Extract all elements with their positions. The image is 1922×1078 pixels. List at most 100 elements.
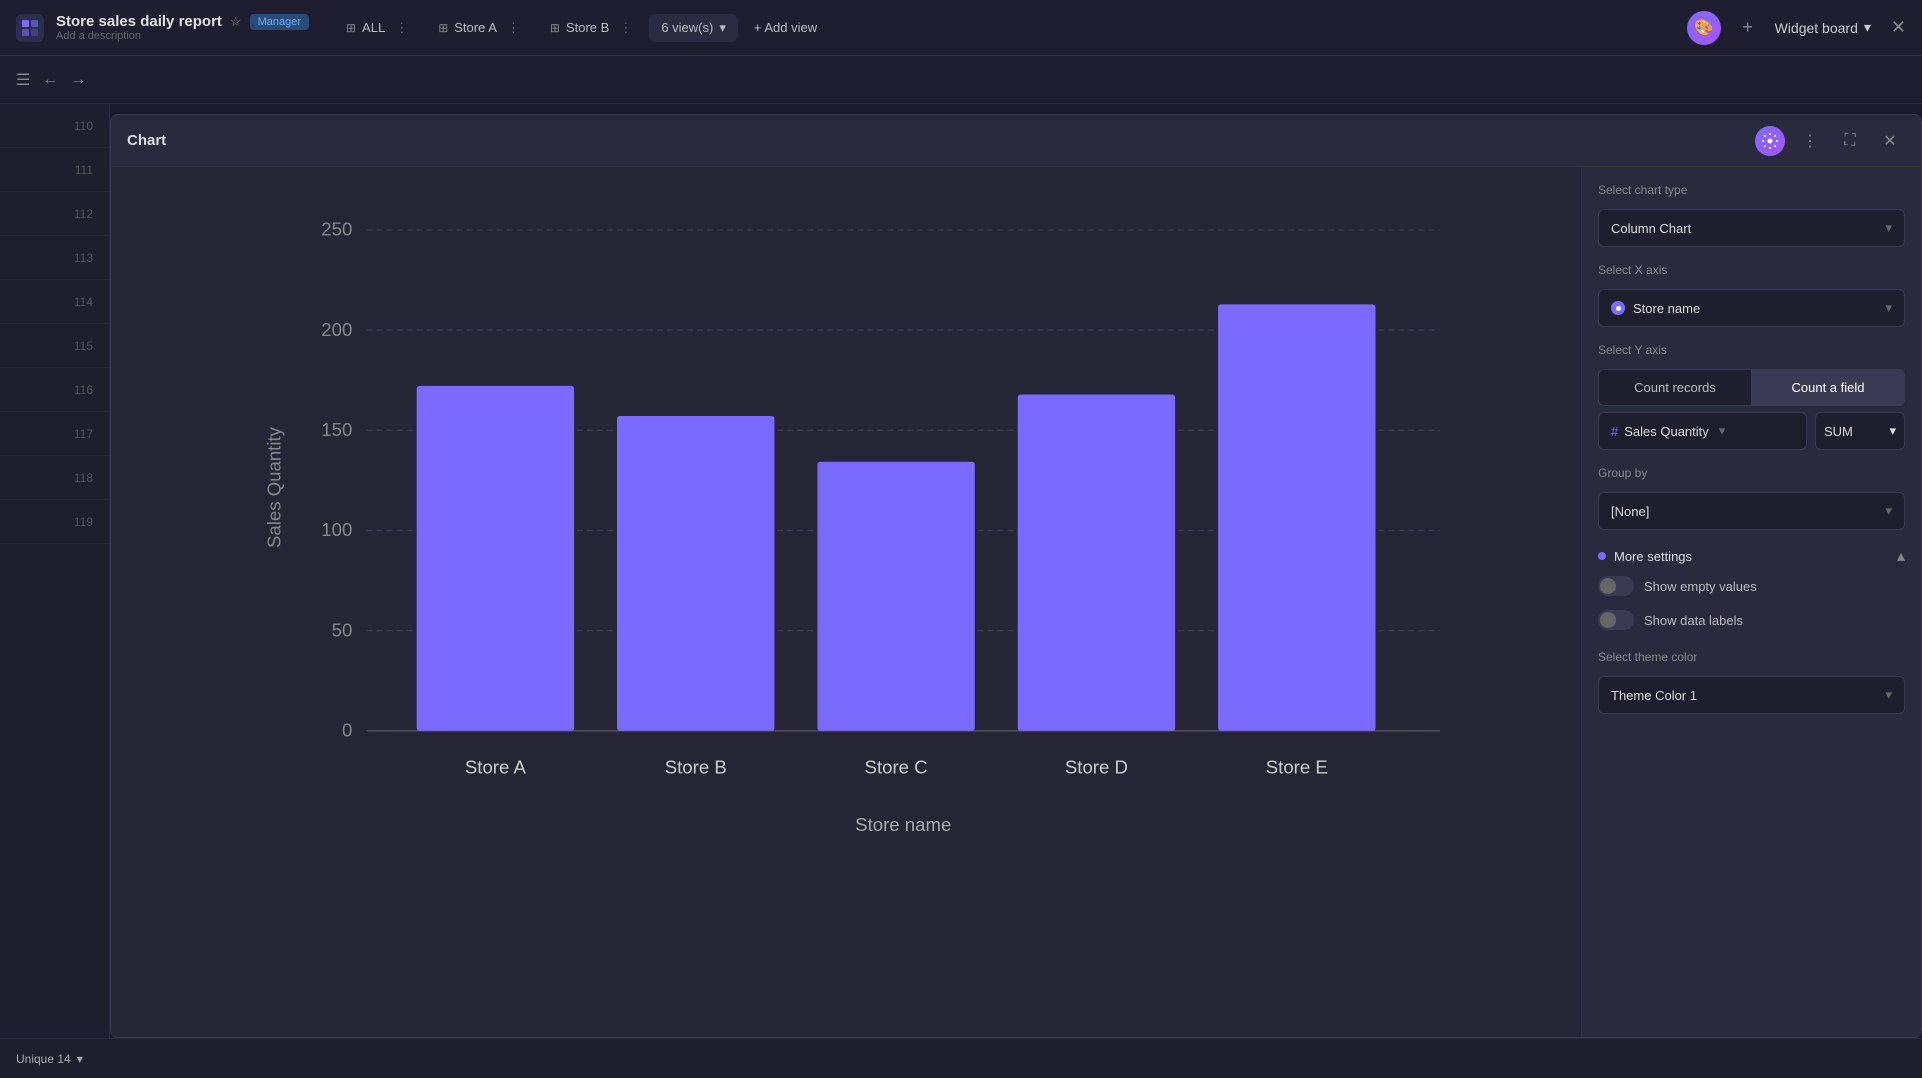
x-axis-label: Select X axis	[1598, 263, 1905, 277]
x-axis-option[interactable]: Store name ▾	[1598, 289, 1905, 327]
grid-icon-b: ⊞	[550, 21, 560, 35]
modal-header: Chart ⋮ ⛶ ✕	[111, 115, 1921, 167]
row-115: 115	[0, 324, 109, 368]
group-by-dropdown[interactable]: [None] ▾	[1598, 492, 1905, 530]
group-by-value: [None]	[1611, 504, 1649, 519]
title-section: Store sales daily report ☆ Manager Add a…	[56, 13, 309, 42]
tab-store-a[interactable]: ⊞ Store A ⋮	[425, 13, 533, 43]
widget-board-label: Widget board	[1775, 20, 1858, 36]
chevron-down-icon-x: ▾	[1885, 300, 1892, 316]
grid-icon-a: ⊞	[438, 21, 448, 35]
settings-button[interactable]	[1755, 126, 1785, 156]
svg-text:50: 50	[332, 619, 353, 640]
more-settings-header[interactable]: More settings ▴	[1598, 546, 1905, 566]
active-dot	[1598, 552, 1606, 560]
tab-store-b-more[interactable]: ⋮	[619, 20, 632, 36]
show-data-labels-row: Show data labels	[1598, 606, 1905, 634]
tab-all[interactable]: ⊞ ALL ⋮	[333, 13, 421, 43]
menu-icon[interactable]: ☰	[16, 70, 30, 90]
settings-icon	[1762, 133, 1778, 149]
main-content: 110 111 112 113 114 115 116 117 118 119 …	[0, 104, 1922, 1078]
chevron-down-icon-theme: ▾	[1885, 687, 1892, 703]
chart-type-section: Select chart type Column Chart ▾	[1598, 183, 1905, 247]
aggregation-dropdown[interactable]: SUM ▾	[1815, 412, 1905, 450]
show-data-labels-toggle[interactable]	[1598, 610, 1634, 630]
chevron-down-icon-field: ▾	[1719, 423, 1726, 439]
svg-text:150: 150	[321, 419, 352, 440]
toolbar-row: ☰ ← →	[0, 56, 1922, 104]
unique-badge[interactable]: Unique 14 ▾	[16, 1052, 83, 1066]
count-field-button[interactable]: Count a field	[1752, 370, 1904, 405]
bottom-bar: Unique 14 ▾	[0, 1038, 1922, 1078]
theme-color-value: Theme Color 1	[1611, 688, 1697, 703]
add-view-button[interactable]: + Add view	[742, 14, 829, 41]
row-numbers-sidebar: 110 111 112 113 114 115 116 117 118 119	[0, 104, 110, 1078]
show-empty-values-label: Show empty values	[1644, 579, 1757, 594]
chevron-down-icon-agg: ▾	[1889, 423, 1896, 439]
unique-label: Unique 14	[16, 1052, 71, 1066]
row-118: 118	[0, 456, 109, 500]
app-subtitle[interactable]: Add a description	[56, 30, 309, 42]
manager-badge: Manager	[250, 14, 309, 30]
chevron-up-icon: ▴	[1897, 546, 1905, 566]
y-axis-label: Select Y axis	[1598, 343, 1905, 357]
x-label-store-b: Store B	[665, 757, 727, 778]
show-data-labels-label: Show data labels	[1644, 613, 1743, 628]
tab-all-more[interactable]: ⋮	[395, 20, 408, 36]
settings-panel: Select chart type Column Chart ▾ Select …	[1581, 167, 1921, 1037]
theme-color-label: Select theme color	[1598, 650, 1905, 664]
svg-text:250: 250	[321, 219, 352, 240]
chevron-down-icon-group: ▾	[1885, 503, 1892, 519]
more-options-button[interactable]: ⋮	[1795, 126, 1825, 156]
field-name-dropdown[interactable]: # Sales Quantity ▾	[1598, 412, 1807, 450]
more-settings-title-row: More settings	[1598, 549, 1692, 564]
row-111: 111	[0, 148, 109, 192]
y-axis-section: Select Y axis Count records Count a fiel…	[1598, 343, 1905, 450]
close-top-button[interactable]: ✕	[1891, 17, 1906, 38]
x-axis-title: Store name	[855, 814, 951, 835]
svg-text:0: 0	[342, 720, 352, 741]
y-axis-buttons: Count records Count a field	[1598, 369, 1905, 406]
bar-store-b	[617, 416, 774, 731]
theme-color-dropdown[interactable]: Theme Color 1 ▾	[1598, 676, 1905, 714]
close-modal-button[interactable]: ✕	[1875, 126, 1905, 156]
row-119: 119	[0, 500, 109, 544]
x-axis-section: Select X axis Store name ▾	[1598, 263, 1905, 327]
tab-store-b[interactable]: ⊞ Store B ⋮	[537, 13, 645, 43]
expand-button[interactable]: ⛶	[1835, 126, 1865, 156]
views-count: 6 view(s)	[661, 20, 713, 35]
tab-store-a-more[interactable]: ⋮	[507, 20, 520, 36]
chart-type-value: Column Chart	[1611, 221, 1691, 236]
plus-button[interactable]: +	[1733, 13, 1763, 43]
redo-icon[interactable]: →	[70, 71, 86, 89]
tab-store-b-label: Store B	[566, 20, 609, 35]
chart-type-dropdown[interactable]: Column Chart ▾	[1598, 209, 1905, 247]
row-116: 116	[0, 368, 109, 412]
bar-store-c	[817, 462, 974, 731]
show-empty-values-toggle[interactable]	[1598, 576, 1634, 596]
svg-text:Sales Quantity: Sales Quantity	[264, 426, 285, 548]
app-title: Store sales daily report	[56, 13, 222, 30]
chart-svg: 0 50 100 150 200 250 Sales Quantity	[141, 187, 1551, 1017]
theme-color-section: Select theme color Theme Color 1 ▾	[1598, 650, 1905, 714]
star-icon[interactable]: ☆	[230, 14, 242, 30]
field-name-value: Sales Quantity	[1624, 424, 1709, 439]
count-records-button[interactable]: Count records	[1599, 370, 1752, 405]
svg-text:200: 200	[321, 319, 352, 340]
widget-board-button[interactable]: Widget board ▾	[1775, 19, 1871, 36]
show-empty-values-row: Show empty values	[1598, 572, 1905, 600]
row-114: 114	[0, 280, 109, 324]
drag-handle[interactable]	[1274, 565, 1320, 611]
row-113: 113	[0, 236, 109, 280]
avatar: 🎨	[1687, 11, 1721, 45]
chart-area: 0 50 100 150 200 250 Sales Quantity	[111, 167, 1581, 1037]
chart-type-label: Select chart type	[1598, 183, 1905, 197]
x-label-store-e: Store E	[1266, 757, 1328, 778]
add-view-label: + Add view	[754, 20, 817, 35]
bar-store-e	[1218, 304, 1375, 730]
right-section: 🎨 + Widget board ▾ ✕	[1687, 11, 1906, 45]
bar-store-a	[417, 386, 574, 731]
group-by-section: Group by [None] ▾	[1598, 466, 1905, 530]
undo-icon[interactable]: ←	[42, 71, 58, 89]
views-button[interactable]: 6 view(s) ▾	[649, 14, 738, 42]
